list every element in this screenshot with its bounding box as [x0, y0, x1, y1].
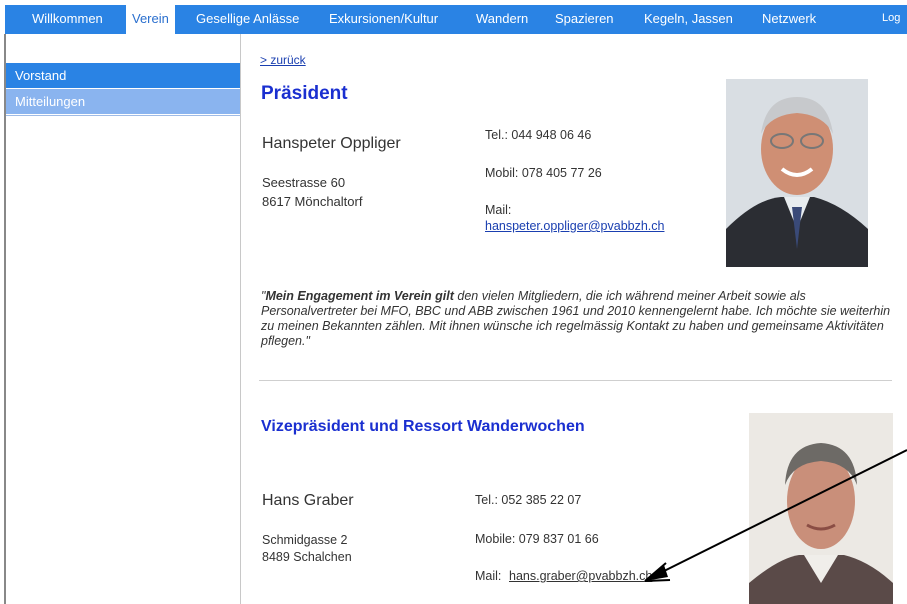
nav-item-verein[interactable]: Verein	[126, 5, 175, 34]
vice-president-street: Schmidgasse 2	[262, 533, 348, 547]
president-tel: Tel.: 044 948 06 46	[485, 128, 592, 142]
vice-president-heading: Vizepräsident und Ressort Wanderwochen	[261, 418, 585, 435]
president-city: 8617 Mönchaltorf	[262, 194, 363, 209]
sidebar-divider	[6, 115, 240, 116]
top-navigation: Willkommen Verein Gesellige Anlässe Exku…	[0, 0, 907, 38]
president-heading: Präsident	[261, 83, 348, 104]
sidebar-item-vorstand[interactable]: Vorstand	[6, 63, 240, 89]
president-quote-bold: Mein Engagement im Verein gilt	[265, 289, 454, 303]
page-left-border	[4, 34, 6, 604]
president-name: Hanspeter Oppliger	[262, 135, 401, 152]
nav-item-wandern[interactable]: Wandern	[476, 5, 528, 34]
vice-president-mobile: Mobile: 079 837 01 66	[475, 532, 599, 546]
nav-item-login[interactable]: Log	[882, 5, 900, 34]
section-divider	[259, 380, 892, 381]
vice-president-city: 8489 Schalchen	[262, 550, 352, 564]
nav-bar: Willkommen Verein Gesellige Anlässe Exku…	[5, 5, 907, 34]
vice-president-name: Hans Graber	[262, 492, 354, 509]
president-mail-label: Mail:	[485, 203, 512, 217]
content-separator	[240, 34, 241, 604]
nav-item-exkursionen-kultur[interactable]: Exkursionen/Kultur	[329, 5, 438, 34]
president-quote: "Mein Engagement im Verein gilt den viel…	[261, 289, 891, 348]
sidebar-item-mitteilungen[interactable]: Mitteilungen	[6, 89, 240, 115]
nav-item-netzwerk[interactable]: Netzwerk	[762, 5, 816, 34]
president-mail-link[interactable]: hanspeter.oppliger@pvabbzh.ch	[485, 219, 664, 233]
nav-item-spazieren[interactable]: Spazieren	[555, 5, 614, 34]
vice-president-mail-label: Mail:	[475, 569, 502, 583]
vice-president-tel: Tel.: 052 385 22 07	[475, 493, 582, 507]
president-mobile: Mobil: 078 405 77 26	[485, 166, 602, 180]
president-photo	[726, 79, 868, 267]
nav-item-willkommen[interactable]: Willkommen	[32, 5, 103, 34]
back-link[interactable]: > zurück	[260, 53, 306, 67]
president-street: Seestrasse 60	[262, 175, 346, 190]
nav-item-gesellige-anlaesse[interactable]: Gesellige Anlässe	[196, 5, 299, 34]
vice-president-photo	[749, 413, 893, 604]
vice-president-mail-link[interactable]: hans.graber@pvabbzh.ch	[509, 569, 652, 583]
nav-item-kegeln-jassen[interactable]: Kegeln, Jassen	[644, 5, 733, 34]
sidebar: Vorstand Mitteilungen	[6, 63, 240, 115]
